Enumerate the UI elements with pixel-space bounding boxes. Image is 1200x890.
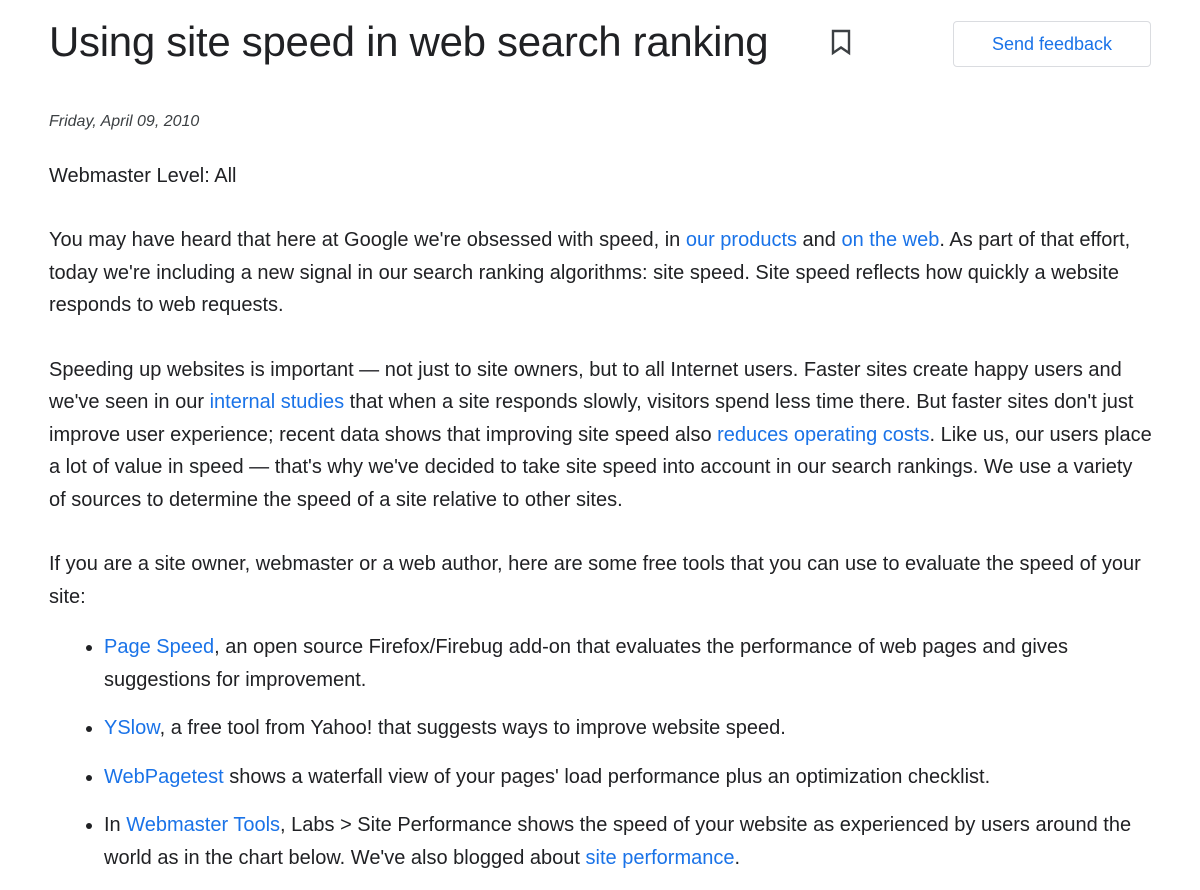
paragraph-intro: You may have heard that here at Google w… xyxy=(49,224,1154,322)
page-title: Using site speed in web search ranking xyxy=(49,18,769,65)
text: shows a waterfall view of your pages' lo… xyxy=(223,765,991,788)
list-item: YSlow, a free tool from Yahoo! that sugg… xyxy=(104,712,1154,745)
send-feedback-button[interactable]: Send feedback xyxy=(953,21,1151,67)
text: , a free tool from Yahoo! that suggests … xyxy=(159,717,786,739)
page-header: Using site speed in web search ranking S… xyxy=(49,14,1151,74)
list-item: Page Speed, an open source Firefox/Fireb… xyxy=(104,631,1154,696)
link-our-products[interactable]: our products xyxy=(686,229,797,251)
link-site-performance[interactable]: site performance xyxy=(586,847,735,869)
paragraph-tools-intro: If you are a site owner, webmaster or a … xyxy=(49,553,1141,608)
link-page-speed[interactable]: Page Speed xyxy=(104,636,214,658)
text: In xyxy=(104,814,127,836)
webmaster-level: Webmaster Level: All xyxy=(49,165,237,187)
list-item: In Webmaster Tools, Labs > Site Performa… xyxy=(104,809,1154,874)
link-internal-studies[interactable]: internal studies xyxy=(210,391,345,413)
text: You may have heard that here at Google w… xyxy=(49,229,686,251)
text: , an open source Firefox/Firebug add-on … xyxy=(104,636,1068,691)
link-webmaster-tools[interactable]: Webmaster Tools xyxy=(126,814,280,836)
tools-list: Page Speed, an open source Firefox/Fireb… xyxy=(49,631,1154,874)
link-on-the-web[interactable]: on the web xyxy=(841,229,939,251)
link-webpagetest[interactable]: WebPagetest xyxy=(104,766,224,788)
article-body: Friday, April 09, 2010 Webmaster Level: … xyxy=(49,108,1154,890)
text: and xyxy=(797,229,842,251)
text: . xyxy=(734,846,741,869)
bookmark-icon[interactable] xyxy=(829,28,853,56)
link-reduces-operating-costs[interactable]: reduces operating costs xyxy=(717,424,929,446)
link-yslow[interactable]: YSlow xyxy=(104,717,160,739)
paragraph-speed-importance: Speeding up websites is important — not … xyxy=(49,354,1154,517)
list-item: WebPagetest shows a waterfall view of yo… xyxy=(104,761,1154,794)
post-date: Friday, April 09, 2010 xyxy=(49,113,200,130)
page: Using site speed in web search ranking S… xyxy=(0,0,1200,887)
